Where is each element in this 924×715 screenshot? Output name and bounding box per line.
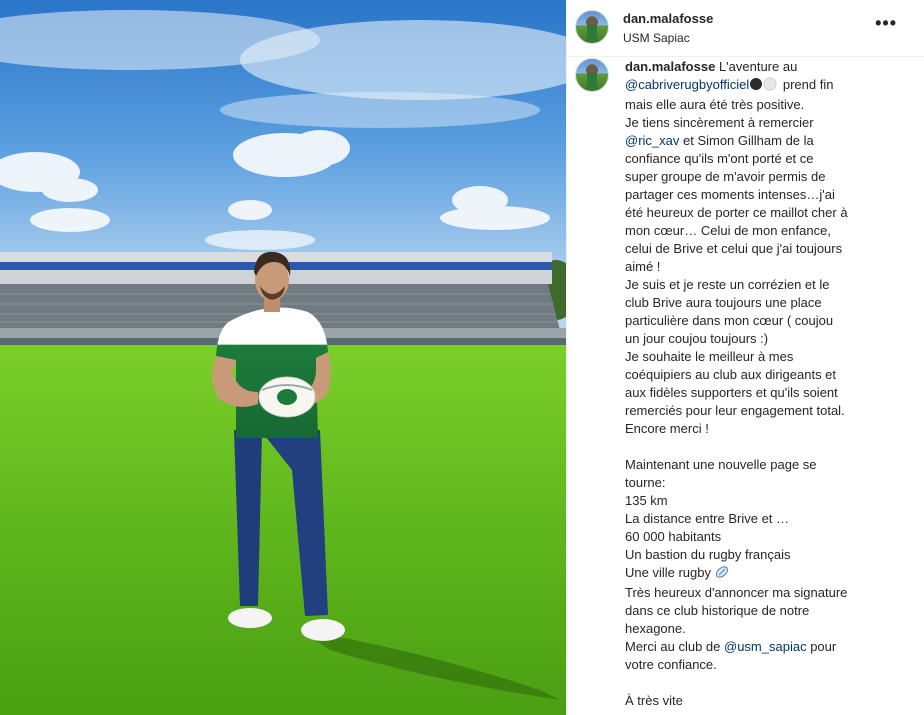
mention-usm-sapiac[interactable]: @usm_sapiac bbox=[724, 639, 807, 654]
caption-line: 60 000 habitants bbox=[625, 529, 722, 544]
caption-line: hexagone. bbox=[625, 621, 686, 636]
caption-line: prend fin bbox=[779, 77, 834, 92]
caption-line: Une ville rugby bbox=[625, 565, 711, 580]
stadium-photo bbox=[0, 0, 566, 715]
caption-line: club Brive aura toujours une place bbox=[625, 295, 822, 310]
caption-line: dans ce club historique de notre bbox=[625, 603, 810, 618]
caption-line: Je tiens sincèrement à remercier bbox=[625, 115, 814, 130]
caption-line: mais elle aura été très positive. bbox=[625, 97, 805, 112]
caption-line: partager ces moments intenses…j'ai bbox=[625, 187, 835, 202]
caption-line: tourne: bbox=[625, 475, 666, 490]
mention-cabriverugbyofficiel[interactable]: @cabriverugbyofficiel bbox=[625, 77, 749, 92]
rugby-ball-icon bbox=[715, 565, 729, 584]
caption-line: Merci au club de bbox=[625, 639, 724, 654]
caption-line: votre confiance. bbox=[625, 657, 717, 672]
post-details-panel: dan.malafosse USM Sapiac ••• dan.malafos… bbox=[566, 0, 924, 715]
caption-line: confiance qu'ils m'ont porté et ce bbox=[625, 151, 814, 166]
black-white-circles-icon bbox=[749, 77, 779, 96]
caption-line: Je souhaite le meilleur à mes bbox=[625, 349, 794, 364]
more-horizontal-icon[interactable]: ••• bbox=[875, 14, 897, 32]
caption-line: et Simon Gillham de la bbox=[679, 133, 814, 148]
caption-text: dan.malafosse L'aventure au @cabriverugb… bbox=[625, 58, 915, 710]
caption-line: remerciés pour leur engagement total. bbox=[625, 403, 845, 418]
caption-line: Maintenant une nouvelle page se bbox=[625, 457, 817, 472]
caption-line: été heureux de porter ce maillot cher à bbox=[625, 205, 848, 220]
caption-line: Encore merci ! bbox=[625, 421, 709, 436]
caption-line: Très heureux d'annoncer ma signature bbox=[625, 585, 848, 600]
caption-line: un jour coujou toujours :) bbox=[625, 331, 769, 346]
caption-line: celui de Brive et celui que j'ai toujour… bbox=[625, 241, 843, 256]
post-location[interactable]: USM Sapiac bbox=[623, 31, 690, 45]
caption-avatar[interactable] bbox=[575, 58, 609, 92]
caption-line: particulière dans mon cœur ( coujou bbox=[625, 313, 834, 328]
post-header: dan.malafosse USM Sapiac ••• bbox=[567, 0, 924, 57]
caption-line: coéquipiers au club aux dirigeants et bbox=[625, 367, 837, 382]
caption-line: Je suis et je reste un corrézien et le bbox=[625, 277, 830, 292]
mention-ric-xav[interactable]: @ric_xav bbox=[625, 133, 679, 148]
caption-line: super groupe de m'avoir permis de bbox=[625, 169, 826, 184]
caption-line: À très vite bbox=[625, 693, 683, 708]
avatar[interactable] bbox=[575, 10, 609, 44]
caption-username[interactable]: dan.malafosse bbox=[625, 59, 715, 74]
caption-line: pour bbox=[806, 639, 837, 654]
caption-line: Un bastion du rugby français bbox=[625, 547, 791, 562]
caption-line: aimé ! bbox=[625, 259, 661, 274]
post-photo[interactable] bbox=[0, 0, 566, 715]
caption-line: La distance entre Brive et … bbox=[625, 511, 790, 526]
caption-line: aux fidèles supporters et qu'ils soient bbox=[625, 385, 838, 400]
caption-line: L'aventure au bbox=[715, 59, 798, 74]
post-author-username[interactable]: dan.malafosse bbox=[623, 11, 713, 26]
caption-line: mon cœur… Celui de mon enfance, bbox=[625, 223, 831, 238]
caption-line: 135 km bbox=[625, 493, 668, 508]
